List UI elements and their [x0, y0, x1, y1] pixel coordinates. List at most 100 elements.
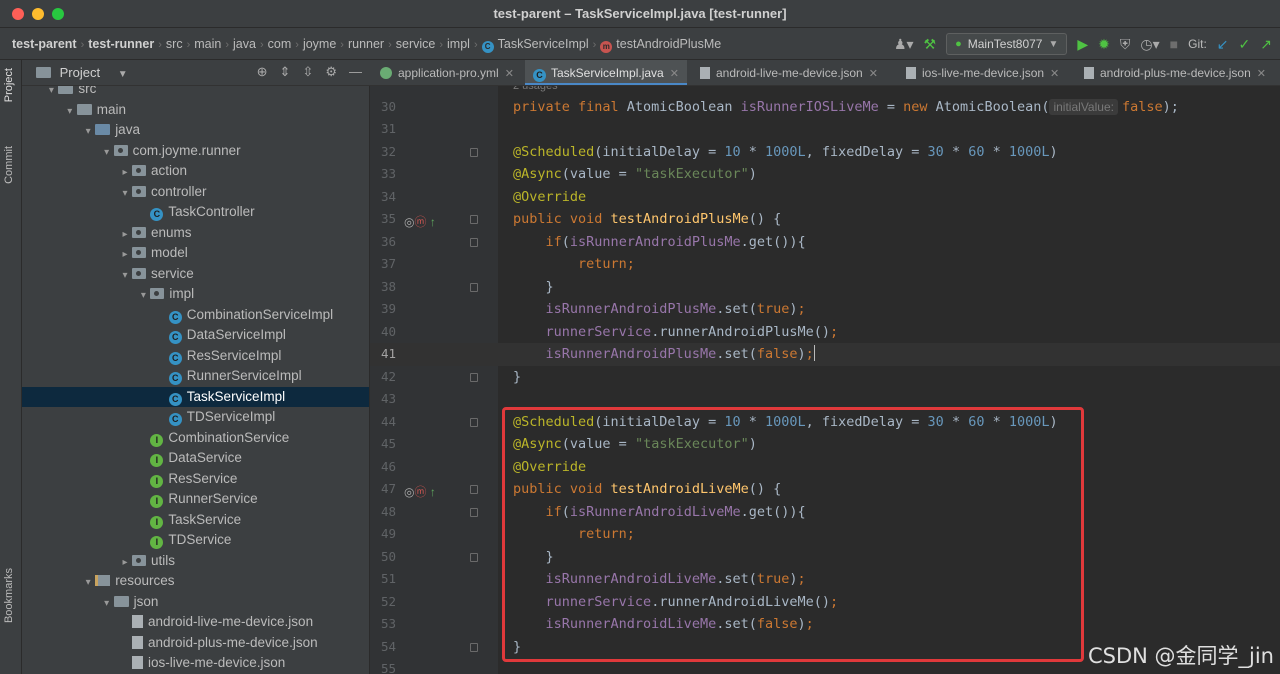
breadcrumb-item[interactable]: impl [447, 37, 470, 51]
tree-item[interactable]: ▾ json [22, 592, 369, 615]
breadcrumb-item[interactable]: joyme [303, 37, 336, 51]
coverage-icon[interactable]: ⛨ [1120, 36, 1131, 53]
fold-marker-icon[interactable] [470, 485, 478, 494]
build-hammer-icon[interactable]: ⚒ [924, 36, 937, 53]
tree-item[interactable]: C CombinationServiceImpl [22, 305, 369, 326]
tree-item[interactable]: ▾ resources [22, 571, 369, 594]
editor-tab[interactable]: application-pro.yml ✕ [372, 60, 522, 85]
project-tool-tab[interactable]: Project [3, 68, 15, 102]
hide-panel-icon[interactable]: — [349, 64, 362, 80]
fold-marker-icon[interactable] [470, 642, 478, 652]
tree-item[interactable]: I DataService [22, 448, 369, 469]
chevron-down-icon[interactable]: ▾ [81, 122, 95, 143]
tree-item[interactable]: android-live-me-device.json [22, 612, 369, 633]
tree-item[interactable]: C TaskController [22, 202, 369, 223]
chevron-down-icon[interactable]: ▾ [100, 143, 114, 164]
chevron-right-icon[interactable]: ▸ [118, 225, 132, 246]
tree-item[interactable]: ▾ controller [22, 182, 369, 205]
tree-item[interactable]: C TDServiceImpl [22, 407, 369, 428]
fold-marker-icon[interactable] [470, 147, 478, 157]
breakpoint-slot-icon[interactable]: ◎ [404, 215, 414, 229]
tree-item[interactable]: ▾ service [22, 264, 369, 287]
gear-icon[interactable]: ⚙ [325, 64, 337, 80]
tree-item[interactable]: I TDService [22, 530, 369, 551]
git-update-icon[interactable]: ↙ [1217, 36, 1229, 53]
profile-icon[interactable]: ◷▾ [1140, 36, 1159, 53]
breadcrumb-item[interactable]: java [233, 37, 256, 51]
chevron-down-icon[interactable]: ▾ [100, 594, 114, 615]
chevron-right-icon[interactable]: ▸ [118, 245, 132, 266]
chevron-down-icon[interactable]: ▾ [63, 102, 77, 123]
tree-item[interactable]: ▸ action [22, 161, 369, 184]
breakpoint-slot-icon[interactable]: ◎ [404, 485, 414, 499]
run-config-dropdown[interactable]: ● MainTest8077 ▼ [946, 33, 1068, 55]
chevron-right-icon[interactable]: ▸ [118, 163, 132, 184]
breadcrumb-item[interactable]: test-runner [88, 37, 154, 51]
commit-tool-tab[interactable]: Commit [3, 146, 15, 184]
spring-scheduled-icon[interactable]: ⓜ [414, 215, 426, 229]
tree-item[interactable]: ▸ utils [22, 551, 369, 574]
chevron-down-icon[interactable]: ▾ [118, 184, 132, 205]
debug-icon[interactable]: ✹ [1098, 36, 1110, 53]
chevron-right-icon[interactable]: ▸ [118, 553, 132, 574]
breadcrumb-item[interactable]: com [268, 37, 292, 51]
tree-item[interactable]: ▾ java [22, 120, 369, 143]
expand-all-icon[interactable]: ⇕ [280, 64, 291, 80]
run-icon[interactable]: ▶ [1077, 36, 1088, 53]
editor-tab[interactable]: C TaskServiceImpl.java ✕ [525, 60, 687, 85]
tree-item[interactable]: ▾ src [22, 86, 369, 100]
editor-tab[interactable]: android-live-me-device.json ✕ [692, 60, 895, 85]
chevron-down-icon[interactable]: ▾ [136, 286, 150, 307]
breadcrumb-item[interactable]: src [166, 37, 183, 51]
close-icon[interactable]: ✕ [670, 68, 679, 80]
collapse-all-icon[interactable]: ⇳ [302, 64, 313, 80]
tree-item[interactable]: ▾ impl [22, 284, 369, 307]
project-view-selector[interactable]: Project ▼ [36, 65, 128, 80]
fold-marker-icon[interactable] [470, 215, 478, 224]
spring-scheduled-icon[interactable]: ⓜ [414, 485, 426, 499]
stop-icon[interactable]: ■ [1170, 36, 1178, 52]
bookmarks-tool-tab[interactable]: Bookmarks [3, 568, 15, 623]
override-up-icon[interactable]: ↑ [427, 485, 436, 499]
git-push-icon[interactable]: ↗ [1260, 36, 1272, 53]
editor-tab[interactable]: android-plus-me-device.json ✕ [1076, 60, 1280, 85]
fold-marker-icon[interactable] [470, 282, 478, 292]
close-icon[interactable]: ✕ [1050, 68, 1059, 80]
breadcrumb-item[interactable]: m testAndroidPlusMe [600, 37, 721, 53]
fold-marker-icon[interactable] [470, 552, 478, 562]
close-icon[interactable]: ✕ [1257, 68, 1266, 80]
tree-item[interactable]: I ResService [22, 469, 369, 490]
git-commit-icon[interactable]: ✓ [1239, 36, 1251, 53]
editor-tab[interactable]: ios-live-me-device.json ✕ [898, 60, 1073, 85]
code-editor[interactable]: 2 usages 30 private final AtomicBoolean is… [370, 86, 1280, 674]
user-icon[interactable]: ♟▾ [894, 36, 914, 53]
tree-item[interactable]: ▾ com.joyme.runner [22, 141, 369, 164]
breadcrumb-item[interactable]: service [396, 37, 436, 51]
breadcrumb-item[interactable]: runner [348, 37, 384, 51]
breadcrumb-item[interactable]: main [194, 37, 221, 51]
close-icon[interactable]: ✕ [505, 68, 514, 80]
locate-icon[interactable]: ⊕ [257, 64, 268, 80]
tree-item[interactable]: C ResServiceImpl [22, 346, 369, 367]
tree-item[interactable]: I TaskService [22, 510, 369, 531]
tree-item[interactable]: ▾ main [22, 100, 369, 123]
tree-item[interactable]: C RunnerServiceImpl [22, 366, 369, 387]
override-up-icon[interactable]: ↑ [427, 215, 436, 229]
tree-item[interactable]: ios-live-me-device.json [22, 653, 369, 674]
tree-item[interactable]: I CombinationService [22, 428, 369, 449]
tree-item[interactable]: ▸ enums [22, 223, 369, 246]
fold-marker-icon[interactable] [470, 507, 478, 517]
close-icon[interactable]: ✕ [869, 68, 878, 80]
breadcrumb-item[interactable]: test-parent [12, 37, 77, 51]
chevron-down-icon[interactable]: ▾ [118, 266, 132, 287]
fold-marker-icon[interactable] [470, 237, 478, 247]
tree-item[interactable]: I RunnerService [22, 489, 369, 510]
tree-item[interactable]: C TaskServiceImpl [22, 386, 369, 407]
tree-item[interactable]: C DataServiceImpl [22, 325, 369, 346]
tree-item[interactable]: android-plus-me-device.json [22, 633, 369, 654]
breadcrumb-item[interactable]: C TaskServiceImpl [481, 37, 589, 53]
fold-marker-icon[interactable] [470, 417, 478, 427]
tree-item[interactable]: ▸ model [22, 243, 369, 266]
fold-marker-icon[interactable] [470, 372, 478, 382]
chevron-down-icon[interactable]: ▾ [81, 573, 95, 594]
